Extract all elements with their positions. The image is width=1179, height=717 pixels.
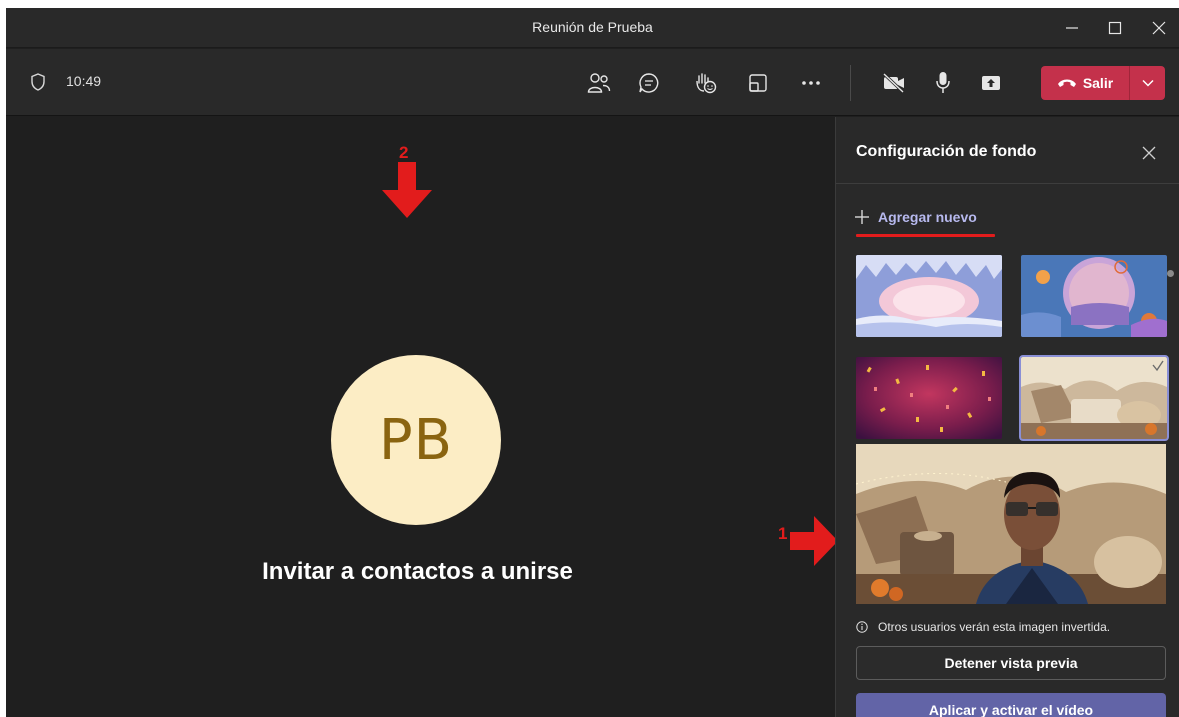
microphone-icon [936,72,950,93]
mirror-info: Otros usuarios verán esta imagen inverti… [856,620,1110,634]
camera-off-icon [882,73,905,93]
background-settings-panel: Configuración de fondo Agregar nuevo Otr… [835,117,1179,717]
invite-contacts-text: Invitar a contactos a unirse [262,558,573,585]
meeting-stage: 2 PB Invitar a contactos a unirse 1 [6,117,838,717]
toolbar-divider [850,65,851,101]
leave-options-button[interactable] [1130,66,1165,100]
reactions-button[interactable] [691,68,721,98]
annotation-number-1: 1 [778,524,788,543]
chevron-down-icon [1141,79,1154,87]
window-title: Reunión de Prueba [532,19,653,35]
close-icon [1152,21,1166,35]
leave-button-group: Salir [1041,66,1165,100]
rooms-icon [749,74,767,92]
plus-icon [855,210,869,224]
scrollbar-thumb[interactable] [1167,270,1174,277]
annotation-arrow-right-icon [790,516,838,566]
info-icon [856,621,868,633]
more-actions-button[interactable] [796,68,826,98]
add-new-background-button[interactable]: Agregar nuevo [854,209,977,225]
maximize-button[interactable] [1101,14,1129,42]
avatar: PB [331,355,501,525]
chat-icon [639,73,659,93]
participants-button[interactable] [584,68,614,98]
meeting-time: 10:49 [66,73,102,89]
background-thumbnail-autumn-window[interactable] [1021,255,1167,337]
share-screen-button[interactable] [976,68,1006,98]
more-icon [802,81,820,85]
apply-and-turn-on-video-button[interactable]: Aplicar y activar el vídeo [856,693,1166,717]
minimize-button[interactable] [1058,14,1086,42]
rooms-button[interactable] [743,68,773,98]
microphone-button[interactable] [928,68,958,98]
annotation-arrow-down-icon [382,162,432,218]
camera-toggle-button[interactable] [879,68,909,98]
meeting-toolbar: 10:49 Salir [6,49,1179,116]
background-thumbnail-ice-cave[interactable] [856,255,1002,337]
chat-button[interactable] [634,68,664,98]
shield-icon [31,73,45,91]
minimize-icon [1066,27,1078,29]
panel-title: Configuración de fondo [856,143,1037,160]
mirror-info-text: Otros usuarios verán esta imagen inverti… [878,620,1111,634]
maximize-icon [1108,21,1122,35]
annotation-underline [856,234,995,237]
background-thumbnail-confetti[interactable] [856,357,1002,439]
close-window-button[interactable] [1145,14,1173,42]
share-icon [982,76,1000,90]
hang-up-icon [1057,79,1076,87]
annotation-number-2: 2 [399,143,409,162]
video-preview [856,444,1166,604]
background-thumbnail-blanket-fort[interactable] [1019,355,1169,441]
add-new-label: Agregar nuevo [878,209,977,225]
teams-meeting-window: Reunión de Prueba 10:49 Salir 2 PB Invit… [6,8,1179,717]
raise-hand-icon [696,73,717,94]
stop-preview-button[interactable]: Detener vista previa [856,646,1166,680]
close-icon[interactable] [1139,143,1159,163]
participants-icon [587,73,611,93]
leave-button[interactable]: Salir [1041,66,1129,100]
leave-label: Salir [1082,75,1114,91]
panel-header: Configuración de fondo [836,117,1179,184]
title-bar: Reunión de Prueba [6,8,1179,48]
